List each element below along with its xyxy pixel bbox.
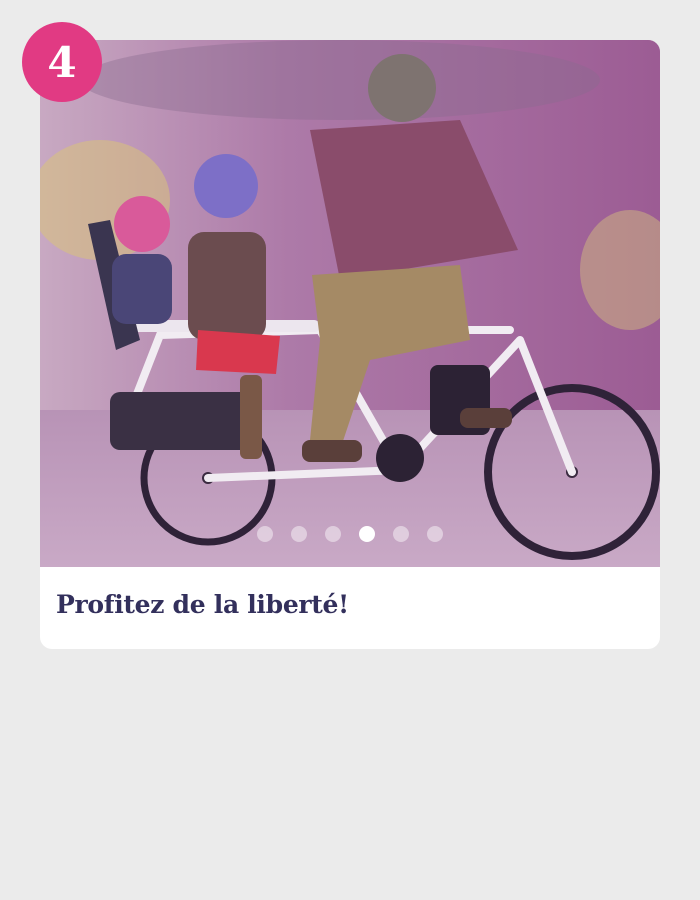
slide-image: [40, 40, 660, 567]
slide-pagination: [40, 526, 660, 542]
slide-dot-6[interactable]: [427, 526, 443, 542]
slide-dot-3[interactable]: [325, 526, 341, 542]
family-cargo-bike-photo: [40, 40, 660, 567]
slide-card: Profitez de la liberté!: [40, 40, 660, 649]
slide-dot-5[interactable]: [393, 526, 409, 542]
slide-dot-4-active[interactable]: [359, 526, 375, 542]
step-number-badge: 4: [22, 22, 102, 102]
slide-dot-2[interactable]: [291, 526, 307, 542]
step-number: 4: [47, 37, 77, 87]
slide-caption: Profitez de la liberté!: [56, 590, 349, 619]
slide-dot-1[interactable]: [257, 526, 273, 542]
